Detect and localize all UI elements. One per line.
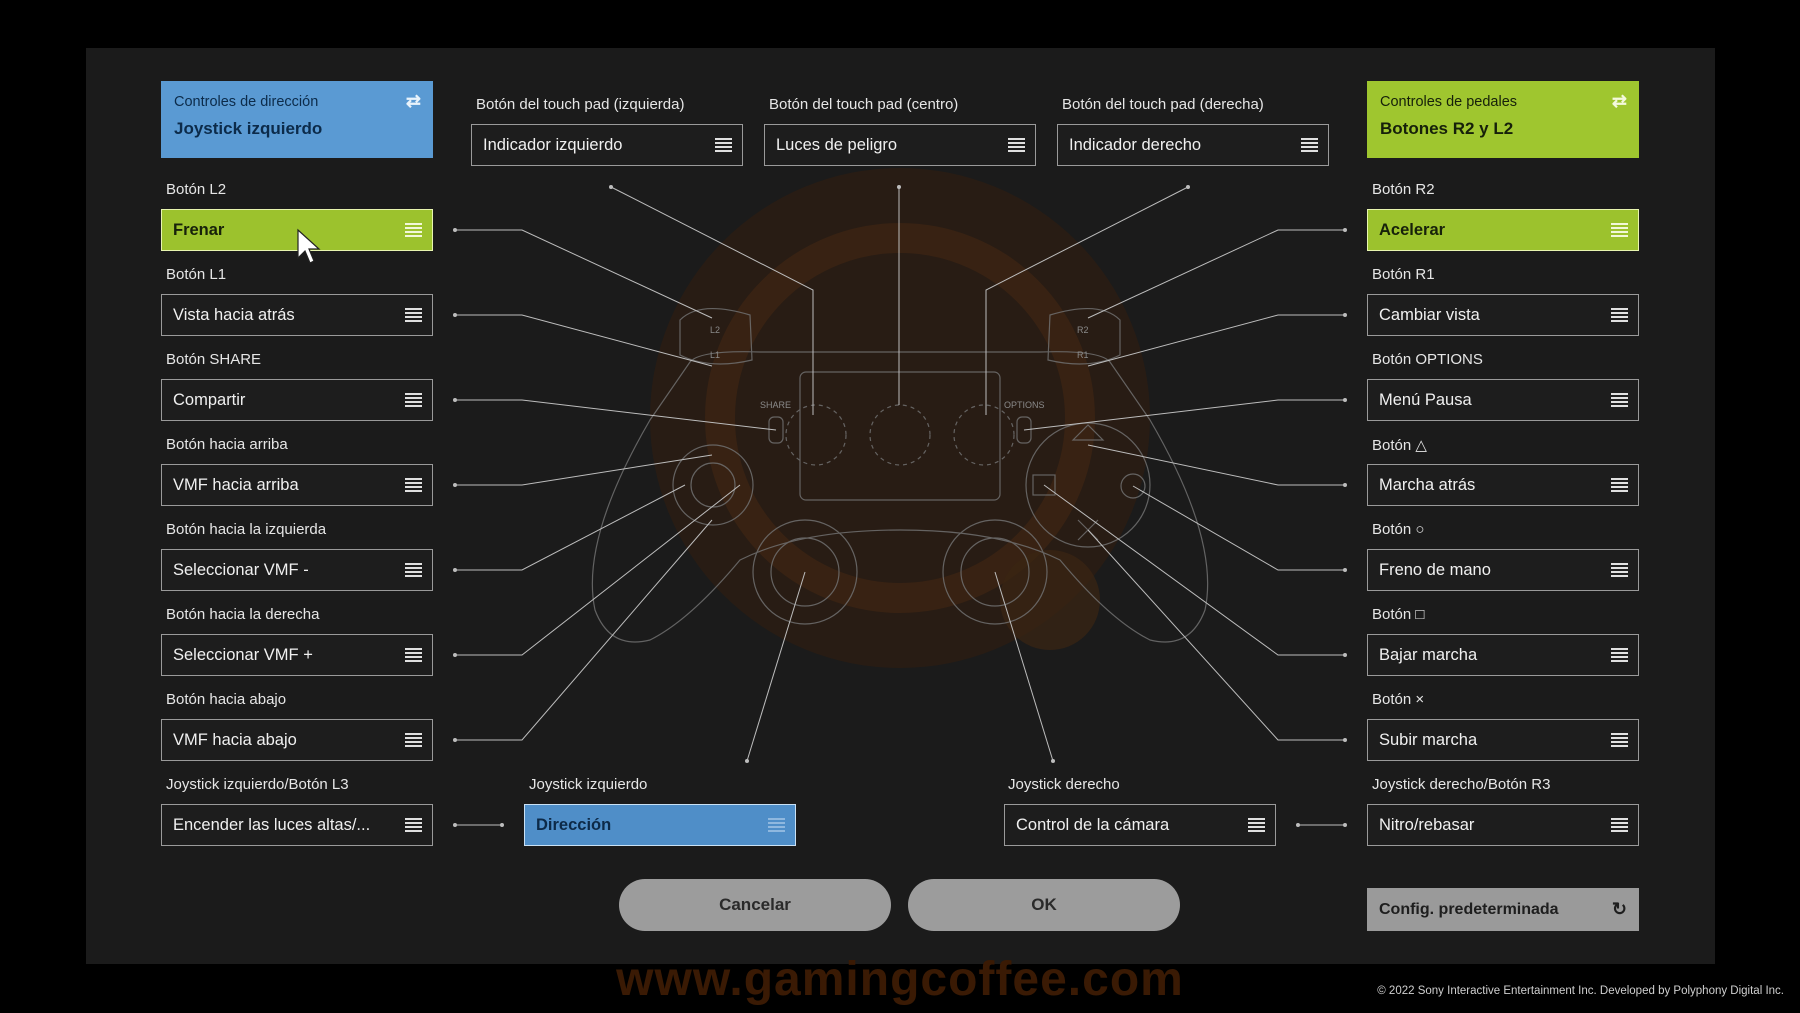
circle-field[interactable]: Freno de mano (1367, 549, 1639, 591)
menu-icon (405, 478, 422, 492)
field-value: Encender las luces altas/... (173, 815, 371, 834)
field-value: Control de la cámara (1016, 815, 1170, 834)
right-stick-label: Joystick derecho (1008, 776, 1120, 793)
touchpad-left-field[interactable]: Indicador izquierdo (471, 124, 743, 166)
field-value: Vista hacia atrás (173, 305, 295, 324)
dpad-down-label: Botón hacia abajo (166, 691, 287, 708)
l2-label: Botón L2 (166, 181, 227, 198)
field-value: Seleccionar VMF - (173, 560, 309, 579)
field-value: VMF hacia abajo (173, 730, 297, 749)
field-value: Luces de peligro (776, 135, 898, 154)
menu-icon (1611, 393, 1628, 407)
l3-label: Joystick izquierdo/Botón L3 (166, 776, 349, 793)
touchpad-center-label: Botón del touch pad (centro) (769, 96, 959, 113)
touchpad-left-label: Botón del touch pad (izquierda) (476, 96, 685, 113)
menu-icon (1611, 563, 1628, 577)
menu-icon (1611, 733, 1628, 747)
touchpad-right-label: Botón del touch pad (derecha) (1062, 96, 1264, 113)
field-value: Freno de mano (1379, 560, 1491, 579)
share-label: Botón SHARE (166, 351, 262, 368)
share-field[interactable]: Compartir (161, 379, 433, 421)
cross-label: Botón × (1372, 691, 1425, 708)
pedal-controls-title: Controles de pedales (1380, 94, 1518, 110)
cancel-button[interactable]: Cancelar (619, 879, 891, 931)
menu-icon (405, 393, 422, 407)
default-settings-button[interactable]: Config. predeterminada ↻ (1367, 888, 1639, 931)
field-value: Menú Pausa (1379, 390, 1472, 409)
menu-icon (405, 733, 422, 747)
r1-field[interactable]: Cambiar vista (1367, 294, 1639, 336)
pedal-controls-value: Botones R2 y L2 (1380, 119, 1514, 138)
copyright-text: © 2022 Sony Interactive Entertainment In… (1377, 985, 1784, 997)
r3-label: Joystick derecho/Botón R3 (1372, 776, 1551, 793)
default-settings-label: Config. predeterminada (1379, 900, 1559, 918)
swap-icon: ⇄ (405, 91, 421, 111)
field-value: Cambiar vista (1379, 305, 1480, 324)
reset-icon: ↻ (1611, 899, 1627, 919)
options-label: Botón OPTIONS (1372, 351, 1483, 368)
r3-field[interactable]: Nitro/rebasar (1367, 804, 1639, 846)
steering-controls-value: Joystick izquierdo (174, 119, 323, 138)
dpad-left-label: Botón hacia la izquierda (166, 521, 327, 538)
menu-icon (405, 648, 422, 662)
l3-field[interactable]: Encender las luces altas/... (161, 804, 433, 846)
menu-icon (405, 308, 422, 322)
swap-icon: ⇄ (1611, 91, 1627, 111)
dpad-right-label: Botón hacia la derecha (166, 606, 320, 623)
circle-label: Botón ○ (1372, 521, 1425, 538)
l1-field[interactable]: Vista hacia atrás (161, 294, 433, 336)
field-value: Seleccionar VMF + (173, 645, 313, 664)
field-value: Compartir (173, 390, 246, 409)
menu-icon (1611, 478, 1628, 492)
triangle-field[interactable]: Marcha atrás (1367, 464, 1639, 506)
left-stick-field[interactable]: Dirección (524, 804, 796, 846)
menu-icon (1611, 223, 1628, 237)
touchpad-right-field[interactable]: Indicador derecho (1057, 124, 1329, 166)
triangle-label: Botón △ (1372, 437, 1427, 454)
field-value: Marcha atrás (1379, 475, 1476, 494)
field-value: VMF hacia arriba (173, 475, 299, 494)
watermark: www.gamingcoffee.com (616, 953, 1184, 1006)
menu-icon (405, 223, 422, 237)
field-value: Frenar (173, 220, 225, 239)
dpad-up-label: Botón hacia arriba (166, 436, 288, 453)
menu-icon (1611, 818, 1628, 832)
field-value: Dirección (536, 815, 612, 834)
dpad-right-field[interactable]: Seleccionar VMF + (161, 634, 433, 676)
ok-button[interactable]: OK (908, 879, 1180, 931)
touchpad-center-field[interactable]: Luces de peligro (764, 124, 1036, 166)
square-label: Botón □ (1372, 606, 1425, 623)
menu-icon (1611, 648, 1628, 662)
field-value: Nitro/rebasar (1379, 815, 1475, 834)
field-value: Indicador derecho (1069, 135, 1202, 154)
dpad-up-field[interactable]: VMF hacia arriba (161, 464, 433, 506)
menu-icon (1248, 818, 1265, 832)
square-field[interactable]: Bajar marcha (1367, 634, 1639, 676)
dpad-down-field[interactable]: VMF hacia abajo (161, 719, 433, 761)
r2-field[interactable]: Acelerar (1367, 209, 1639, 251)
menu-icon (715, 138, 732, 152)
menu-icon (1301, 138, 1318, 152)
r1-label: Botón R1 (1372, 266, 1435, 283)
menu-icon (1611, 308, 1628, 322)
menu-icon (405, 818, 422, 832)
pedal-controls-selector[interactable]: Controles de pedales Botones R2 y L2 ⇄ (1367, 81, 1639, 158)
steering-controls-title: Controles de dirección (174, 94, 319, 110)
right-stick-field[interactable]: Control de la cámara (1004, 804, 1276, 846)
options-field[interactable]: Menú Pausa (1367, 379, 1639, 421)
left-stick-label: Joystick izquierdo (529, 776, 648, 793)
field-value: Acelerar (1379, 220, 1446, 239)
cross-field[interactable]: Subir marcha (1367, 719, 1639, 761)
menu-icon (405, 563, 422, 577)
mouse-cursor-icon (297, 228, 321, 264)
menu-icon (1008, 138, 1025, 152)
dpad-left-field[interactable]: Seleccionar VMF - (161, 549, 433, 591)
r2-label: Botón R2 (1372, 181, 1435, 198)
field-value: Bajar marcha (1379, 645, 1478, 664)
steering-controls-selector[interactable]: Controles de dirección Joystick izquierd… (161, 81, 433, 158)
menu-icon (768, 818, 785, 832)
field-value: Indicador izquierdo (483, 135, 623, 154)
field-value: Subir marcha (1379, 730, 1478, 749)
l1-label: Botón L1 (166, 266, 227, 283)
